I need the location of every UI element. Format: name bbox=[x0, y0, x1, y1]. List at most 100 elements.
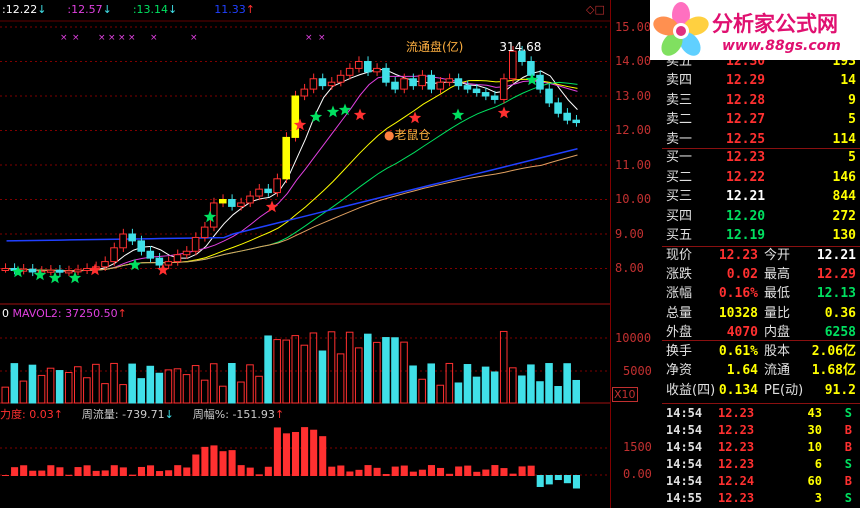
flow-bar bbox=[500, 468, 508, 476]
up-candle bbox=[191, 236, 200, 252]
up-candle bbox=[101, 261, 109, 268]
tick-side: B bbox=[844, 423, 852, 437]
volume-bar bbox=[436, 384, 445, 404]
up-candle bbox=[282, 136, 290, 180]
volume-bar bbox=[527, 364, 535, 404]
flower-logo-icon bbox=[653, 2, 709, 56]
volume-bar bbox=[74, 366, 82, 404]
flow-bar bbox=[373, 467, 381, 476]
up-candle bbox=[300, 88, 309, 97]
tick-row[interactable]: 14:54 12.23 6 S bbox=[662, 456, 860, 472]
volume-bar bbox=[246, 364, 254, 404]
volume-bar bbox=[382, 337, 390, 404]
flow-bar bbox=[355, 469, 363, 476]
window-controls[interactable]: ◇□ bbox=[586, 3, 605, 16]
flow-bar bbox=[210, 445, 218, 476]
tick-time: 14:54 bbox=[666, 474, 703, 488]
down-candle bbox=[55, 269, 64, 273]
flow-bar bbox=[391, 466, 399, 476]
y-tick: 8.00 bbox=[615, 261, 644, 275]
signal-star-icon bbox=[265, 200, 279, 213]
stat-value: 0.134 bbox=[718, 382, 758, 398]
flow-label: 力度: 0.03↑ 周流量: -739.71↓ 周幅%: -151.93↑ bbox=[0, 408, 285, 421]
tick-side: B bbox=[844, 440, 852, 454]
down-candle bbox=[527, 61, 535, 76]
volume-bar bbox=[563, 363, 571, 404]
volume-bar bbox=[64, 371, 73, 404]
volume-bar bbox=[146, 365, 155, 404]
down-candle bbox=[155, 257, 164, 266]
flow-bar bbox=[56, 467, 64, 476]
flow-bar bbox=[455, 466, 463, 476]
volume-bar bbox=[318, 350, 327, 404]
tick-price: 12.23 bbox=[718, 440, 755, 454]
up-candle bbox=[436, 81, 445, 90]
volume-bar bbox=[137, 378, 145, 404]
tick-row[interactable]: 14:54 12.23 10 B bbox=[662, 439, 860, 455]
volume-bar bbox=[10, 363, 19, 404]
flow-bar bbox=[228, 450, 236, 476]
signal-mark-icon: × bbox=[72, 33, 80, 43]
flow-bar bbox=[337, 465, 345, 476]
tick-row[interactable]: 14:54 12.23 30 B bbox=[662, 422, 860, 438]
volume-bar bbox=[173, 368, 182, 404]
tick-side: S bbox=[844, 491, 852, 505]
tick-price: 12.24 bbox=[718, 474, 755, 488]
volume-bar bbox=[37, 374, 46, 404]
stat-label: 收益(四) bbox=[666, 382, 716, 398]
flow-bar bbox=[83, 465, 91, 476]
up-candle bbox=[509, 50, 517, 80]
signal-star-icon bbox=[309, 110, 323, 123]
y-tick: 1500 bbox=[623, 440, 652, 454]
volume-bar bbox=[92, 363, 100, 404]
volume-bar bbox=[55, 370, 64, 404]
y-tick: 15.00 bbox=[615, 20, 652, 34]
site-logo[interactable]: 分析家公式网 www.88gs.com bbox=[650, 0, 860, 60]
flow-bar bbox=[346, 471, 354, 476]
flow-bar bbox=[38, 470, 46, 476]
y-tick: 5000 bbox=[623, 364, 652, 378]
volume-bar bbox=[391, 337, 399, 404]
flow-bar bbox=[119, 467, 127, 476]
flow-bar bbox=[572, 475, 580, 489]
candlestick-chart[interactable]: × × × × × × × × × × bbox=[0, 0, 610, 508]
volume-bar bbox=[373, 341, 381, 404]
tick-row[interactable]: 14:54 12.23 43 S bbox=[662, 405, 860, 421]
up-candle bbox=[46, 269, 55, 273]
stat-label: PE(动) bbox=[764, 382, 804, 398]
up-candle bbox=[110, 247, 118, 263]
volume-bar bbox=[400, 341, 408, 404]
down-candle bbox=[545, 88, 553, 104]
y-tick: 12.00 bbox=[615, 123, 652, 137]
flow-bar bbox=[74, 467, 82, 476]
y-tick: 0.00 bbox=[623, 467, 652, 481]
up-candle bbox=[237, 202, 245, 207]
volume-bar bbox=[28, 364, 37, 404]
volume-bar bbox=[110, 362, 118, 404]
flow-bar bbox=[219, 451, 227, 476]
signal-star-icon bbox=[88, 263, 102, 276]
tick-time: 14:54 bbox=[666, 406, 703, 420]
down-candle bbox=[563, 112, 571, 121]
tick-row[interactable]: 14:54 12.24 60 B bbox=[662, 473, 860, 489]
tick-volume: 10 bbox=[807, 440, 822, 454]
flow-bar bbox=[65, 474, 73, 476]
flow-bar bbox=[364, 465, 372, 476]
stat-row[interactable]: 收益(四) 0.134 PE(动) 91.2 bbox=[662, 380, 860, 402]
up-candle bbox=[345, 67, 354, 76]
flow-bar bbox=[563, 475, 571, 484]
up-candle bbox=[74, 269, 82, 273]
up-candle bbox=[200, 226, 209, 238]
volume-bar bbox=[554, 386, 562, 404]
tick-volume: 3 bbox=[814, 491, 822, 505]
tick-row[interactable]: 14:55 12.23 3 S bbox=[662, 490, 860, 506]
down-candle bbox=[228, 199, 236, 207]
flow-bar bbox=[292, 431, 300, 476]
up-candle bbox=[418, 74, 426, 87]
flow-bar bbox=[437, 467, 445, 476]
down-candle bbox=[490, 95, 499, 100]
volume-bar bbox=[490, 371, 499, 404]
flow-bar bbox=[319, 436, 327, 476]
down-candle bbox=[409, 78, 417, 87]
signal-mark-icon: × bbox=[150, 33, 158, 43]
